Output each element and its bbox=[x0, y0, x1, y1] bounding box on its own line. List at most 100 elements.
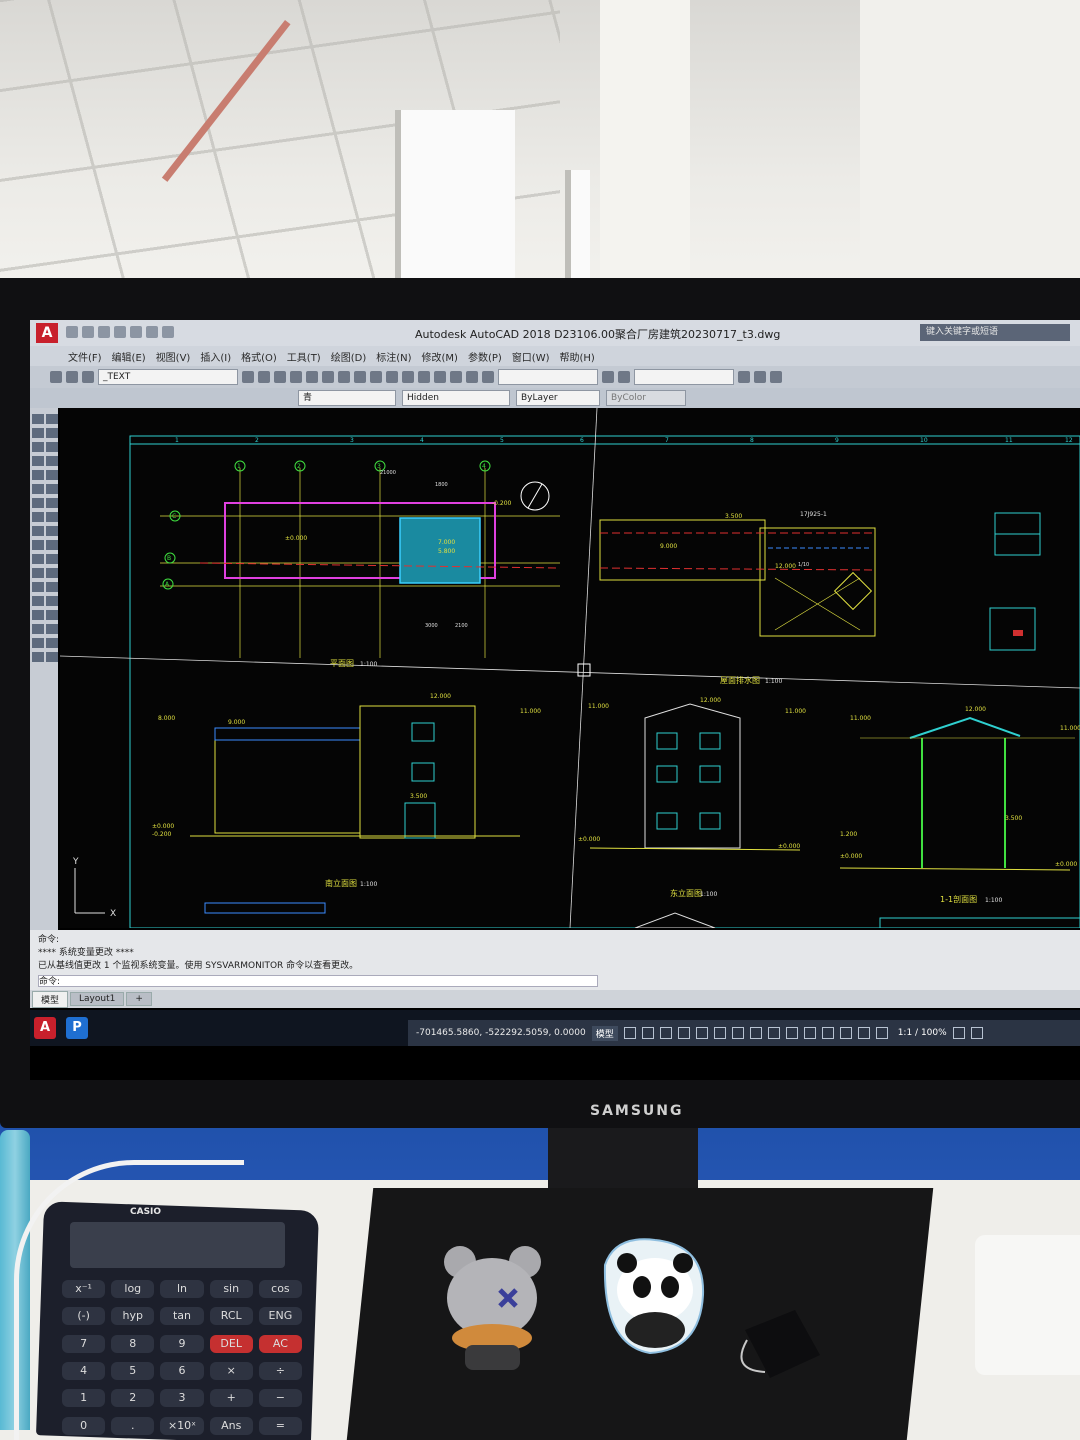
revcloud-tool-icon[interactable] bbox=[46, 456, 58, 466]
region-tool-icon[interactable] bbox=[32, 526, 44, 536]
move-tool-icon[interactable] bbox=[46, 568, 58, 578]
gizmo-icon[interactable] bbox=[839, 1027, 852, 1039]
print-icon[interactable] bbox=[130, 326, 142, 338]
add-layout-button[interactable]: + bbox=[126, 992, 152, 1006]
polar-toggle-icon[interactable] bbox=[677, 1027, 690, 1039]
table-style-icon[interactable] bbox=[602, 371, 614, 383]
workspace-icon[interactable] bbox=[738, 371, 750, 383]
menu-item-view[interactable]: 视图(V) bbox=[156, 349, 191, 364]
save-as-icon[interactable] bbox=[114, 326, 126, 338]
snap-toggle-icon[interactable] bbox=[641, 1027, 654, 1039]
stretch-tool-icon[interactable] bbox=[32, 596, 44, 606]
ortho-toggle-icon[interactable] bbox=[659, 1027, 672, 1039]
polygon-tool-icon[interactable] bbox=[46, 428, 58, 438]
design-center-icon[interactable] bbox=[386, 371, 398, 383]
annotation-visibility-icon[interactable] bbox=[857, 1027, 870, 1039]
open-file-icon[interactable] bbox=[82, 326, 94, 338]
menu-item-tools[interactable]: 工具(T) bbox=[287, 349, 321, 364]
erase-tool-icon[interactable] bbox=[32, 540, 44, 550]
undo-icon[interactable] bbox=[146, 326, 158, 338]
color-dropdown[interactable]: 青 bbox=[298, 390, 396, 406]
extend-tool-icon[interactable] bbox=[32, 610, 44, 620]
menu-item-dimension[interactable]: 标注(N) bbox=[376, 349, 411, 364]
dim-style-icon[interactable] bbox=[482, 371, 494, 383]
workspace-switch-icon[interactable] bbox=[952, 1027, 965, 1039]
sheet-set-icon[interactable] bbox=[418, 371, 430, 383]
pan-icon[interactable] bbox=[306, 371, 318, 383]
grid-toggle-icon[interactable] bbox=[623, 1027, 636, 1039]
copy-tool-icon[interactable] bbox=[46, 540, 58, 550]
customization-icon[interactable] bbox=[970, 1027, 983, 1039]
properties-icon[interactable] bbox=[370, 371, 382, 383]
zoom-icon[interactable] bbox=[322, 371, 334, 383]
ellipse-tool-icon[interactable] bbox=[46, 470, 58, 480]
layer-lock-icon[interactable] bbox=[82, 371, 94, 383]
save-icon[interactable] bbox=[98, 326, 110, 338]
help-search-input[interactable]: 键入关键字或短语 bbox=[920, 324, 1070, 341]
layer-freeze-icon[interactable] bbox=[66, 371, 78, 383]
construction-line-icon[interactable] bbox=[46, 414, 58, 424]
hatch-tool-icon[interactable] bbox=[32, 512, 44, 522]
mtext-tool-icon[interactable] bbox=[32, 652, 44, 662]
drawing-canvas[interactable]: 1 2 3 4 5 6 7 8 9 10 11 12 C B A 1 2 3 4… bbox=[60, 408, 1080, 928]
command-input[interactable]: 命令: bbox=[38, 975, 598, 987]
menu-item-parametric[interactable]: 参数(P) bbox=[468, 349, 502, 364]
menu-item-insert[interactable]: 插入(I) bbox=[200, 349, 231, 364]
text-style-icon[interactable] bbox=[466, 371, 478, 383]
gradient-tool-icon[interactable] bbox=[46, 512, 58, 522]
transparency-toggle-icon[interactable] bbox=[749, 1027, 762, 1039]
layer-on-icon[interactable] bbox=[50, 371, 62, 383]
table-tool-icon[interactable] bbox=[46, 526, 58, 536]
tab-layout1[interactable]: Layout1 bbox=[70, 992, 125, 1006]
scale-tool-icon[interactable] bbox=[46, 582, 58, 592]
explode-tool-icon[interactable] bbox=[46, 638, 58, 648]
linetype-dropdown[interactable]: Hidden bbox=[402, 390, 510, 406]
spline-tool-icon[interactable] bbox=[32, 470, 44, 480]
tab-model[interactable]: 模型 bbox=[32, 990, 69, 1008]
annotation-scale[interactable]: 1:1 / 100% bbox=[898, 1028, 947, 1038]
arc-tool-icon[interactable] bbox=[46, 442, 58, 452]
customize-icon[interactable] bbox=[770, 371, 782, 383]
tool-palettes-icon[interactable] bbox=[402, 371, 414, 383]
layer-dropdown[interactable]: _TEXT bbox=[98, 369, 238, 385]
join-tool-icon[interactable] bbox=[32, 624, 44, 634]
layer-properties-icon[interactable] bbox=[242, 371, 254, 383]
markup-icon[interactable] bbox=[434, 371, 446, 383]
text-style-dropdown[interactable] bbox=[498, 369, 598, 385]
insert-block-icon[interactable] bbox=[46, 484, 58, 494]
app-taskbar-icon[interactable]: P bbox=[66, 1017, 88, 1039]
chamfer-tool-icon[interactable] bbox=[46, 624, 58, 634]
make-block-icon[interactable] bbox=[32, 498, 44, 508]
fillet-tool-icon[interactable] bbox=[32, 638, 44, 648]
plotstyle-dropdown[interactable]: ByColor bbox=[606, 390, 686, 406]
calculator-icon[interactable] bbox=[450, 371, 462, 383]
autocad-logo-icon[interactable]: A bbox=[36, 323, 58, 343]
auto-scale-icon[interactable] bbox=[875, 1027, 888, 1039]
model-space-button[interactable]: 模型 bbox=[591, 1025, 618, 1041]
mirror-tool-icon[interactable] bbox=[32, 554, 44, 564]
line-tool-icon[interactable] bbox=[32, 414, 44, 424]
trim-tool-icon[interactable] bbox=[46, 596, 58, 606]
rotate-tool-icon[interactable] bbox=[32, 582, 44, 592]
lineweight-toggle-icon[interactable] bbox=[731, 1027, 744, 1039]
offset-tool-icon[interactable] bbox=[46, 554, 58, 564]
menu-item-help[interactable]: 帮助(H) bbox=[560, 349, 595, 364]
menu-item-modify[interactable]: 修改(M) bbox=[422, 349, 458, 364]
menu-item-format[interactable]: 格式(O) bbox=[241, 349, 277, 364]
new-file-icon[interactable] bbox=[66, 326, 78, 338]
zoom-window-icon[interactable] bbox=[338, 371, 350, 383]
otrack-toggle-icon[interactable] bbox=[713, 1027, 726, 1039]
array-tool-icon[interactable] bbox=[32, 568, 44, 578]
workspace-settings-icon[interactable] bbox=[754, 371, 766, 383]
dim-style-dropdown[interactable] bbox=[634, 369, 734, 385]
menu-item-draw[interactable]: 绘图(D) bbox=[331, 349, 367, 364]
multileader-style-icon[interactable] bbox=[618, 371, 630, 383]
zoom-previous-icon[interactable] bbox=[354, 371, 366, 383]
osnap-toggle-icon[interactable] bbox=[695, 1027, 708, 1039]
selection-cycling-icon[interactable] bbox=[767, 1027, 780, 1039]
redo-icon[interactable] bbox=[162, 326, 174, 338]
rectangle-tool-icon[interactable] bbox=[32, 442, 44, 452]
make-current-icon[interactable] bbox=[258, 371, 270, 383]
menu-item-window[interactable]: 窗口(W) bbox=[512, 349, 550, 364]
dynamic-ucs-icon[interactable] bbox=[803, 1027, 816, 1039]
